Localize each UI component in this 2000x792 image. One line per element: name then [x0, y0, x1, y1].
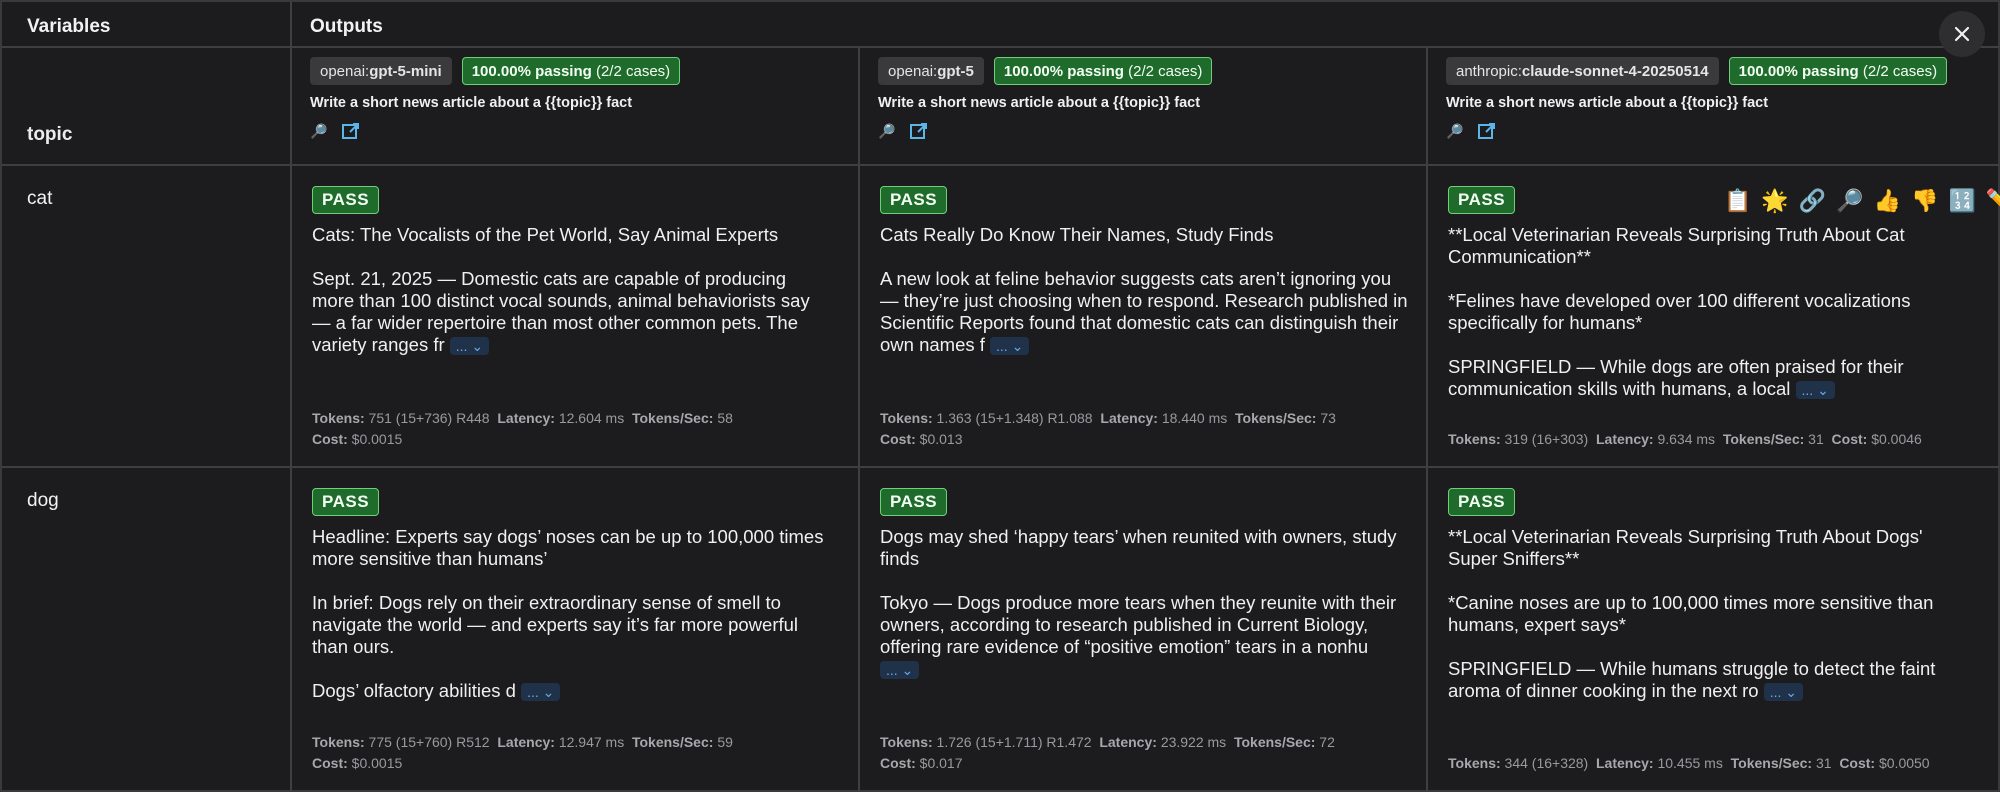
provider-tag: openai: gpt-5: [878, 57, 984, 85]
output-cell[interactable]: PASS Dogs may shed ‘happy tears’ when re…: [880, 488, 1410, 680]
expand-button[interactable]: ... ⌄: [990, 337, 1030, 356]
passing-badge: 100.00% passing (2/2 cases): [461, 57, 681, 85]
output-cell[interactable]: PASS **Local Veterinarian Reveals Surpri…: [1448, 186, 1968, 400]
column-header-2: openai: gpt-5 100.00% passing (2/2 cases)…: [878, 57, 1213, 141]
prompt-text: Write a short news article about a {{top…: [310, 95, 633, 111]
output-text: Headline: Experts say dogs’ noses can be…: [312, 526, 824, 702]
column-header-1: openai: gpt-5-mini 100.00% passing (2/2 c…: [310, 57, 681, 141]
copy-icon[interactable]: 📋: [1724, 188, 1751, 214]
results-table: Variables Outputs topic openai: gpt-5-min…: [0, 0, 2000, 792]
star-icon[interactable]: 🌟: [1761, 188, 1788, 214]
output-text: **Local Veterinarian Reveals Surprising …: [1448, 224, 1911, 400]
divider: [290, 2, 292, 792]
numbers-icon[interactable]: 🔢: [1948, 188, 1975, 214]
expand-button[interactable]: ... ⌄: [449, 337, 490, 356]
passing-badge: 100.00% passing (2/2 cases): [993, 57, 1213, 85]
divider: [1426, 46, 1428, 792]
search-icon[interactable]: 🔎: [1446, 123, 1463, 140]
search-icon[interactable]: 🔎: [1836, 188, 1863, 214]
output-stats: Tokens: 319 (16+303) Latency: 9.634 ms T…: [1448, 431, 1922, 447]
external-link-icon[interactable]: [1477, 121, 1497, 141]
output-cell[interactable]: PASS Headline: Experts say dogs’ noses c…: [312, 488, 832, 702]
topic-header: topic: [27, 124, 73, 145]
output-stats: Tokens: 775 (15+760) R512 Latency: 12.94…: [312, 734, 733, 771]
divider: [2, 46, 2000, 48]
pass-badge: PASS: [312, 488, 380, 516]
output-text: **Local Veterinarian Reveals Surprising …: [1448, 526, 1936, 702]
provider-tag: anthropic: claude-sonnet-4-20250514: [1446, 57, 1719, 85]
output-text: Cats Really Do Know Their Names, Study F…: [880, 224, 1408, 356]
close-icon: [1954, 26, 1970, 42]
pass-badge: PASS: [880, 488, 948, 516]
link-icon[interactable]: 🔗: [1799, 188, 1826, 214]
divider: [2, 466, 2000, 468]
prompt-text: Write a short news article about a {{top…: [1446, 95, 1769, 111]
external-link-icon[interactable]: [341, 121, 361, 141]
outputs-header: Outputs: [310, 16, 383, 37]
prompt-text: Write a short news article about a {{top…: [878, 95, 1201, 111]
column-header-3: anthropic: claude-sonnet-4-20250514 100.0…: [1446, 57, 1948, 141]
output-text: Cats: The Vocalists of the Pet World, Sa…: [312, 224, 810, 356]
search-icon[interactable]: 🔎: [878, 123, 895, 140]
output-stats: Tokens: 751 (15+736) R448 Latency: 12.60…: [312, 410, 733, 447]
divider: [2, 164, 2000, 166]
divider: [858, 46, 860, 792]
output-stats: Tokens: 1.363 (15+1.348) R1.088 Latency:…: [880, 410, 1336, 447]
cell-action-bar: 📋 🌟 🔗 🔎 👍 👎 🔢 ✏️: [1724, 188, 2000, 214]
expand-button[interactable]: ... ⌄: [880, 661, 920, 680]
provider-tag: openai: gpt-5-mini: [310, 57, 452, 85]
search-icon[interactable]: 🔎: [310, 123, 327, 140]
output-cell[interactable]: PASS **Local Veterinarian Reveals Surpri…: [1448, 488, 1968, 702]
output-stats: Tokens: 1.726 (15+1.711) R1.472 Latency:…: [880, 734, 1335, 771]
pencil-icon[interactable]: ✏️: [1986, 188, 2000, 214]
variables-header: Variables: [27, 16, 111, 37]
thumbs-down-icon[interactable]: 👎: [1911, 188, 1938, 214]
output-cell[interactable]: PASS Cats Really Do Know Their Names, St…: [880, 186, 1410, 356]
output-text: Dogs may shed ‘happy tears’ when reunite…: [880, 526, 1397, 680]
row-var-dog: dog: [27, 490, 59, 511]
passing-badge: 100.00% passing (2/2 cases): [1728, 57, 1948, 85]
expand-button[interactable]: ... ⌄: [1795, 381, 1835, 400]
close-button[interactable]: [1939, 11, 1985, 57]
pass-badge: PASS: [1448, 488, 1516, 516]
output-cell[interactable]: PASS Cats: The Vocalists of the Pet Worl…: [312, 186, 832, 356]
pass-badge: PASS: [1448, 186, 1516, 214]
expand-button[interactable]: ... ⌄: [521, 683, 561, 702]
output-stats: Tokens: 344 (16+328) Latency: 10.455 ms …: [1448, 755, 1930, 771]
row-var-cat: cat: [27, 188, 53, 209]
thumbs-up-icon[interactable]: 👍: [1874, 188, 1901, 214]
expand-button[interactable]: ... ⌄: [1763, 683, 1804, 702]
pass-badge: PASS: [312, 186, 380, 214]
external-link-icon[interactable]: [909, 121, 929, 141]
pass-badge: PASS: [880, 186, 948, 214]
